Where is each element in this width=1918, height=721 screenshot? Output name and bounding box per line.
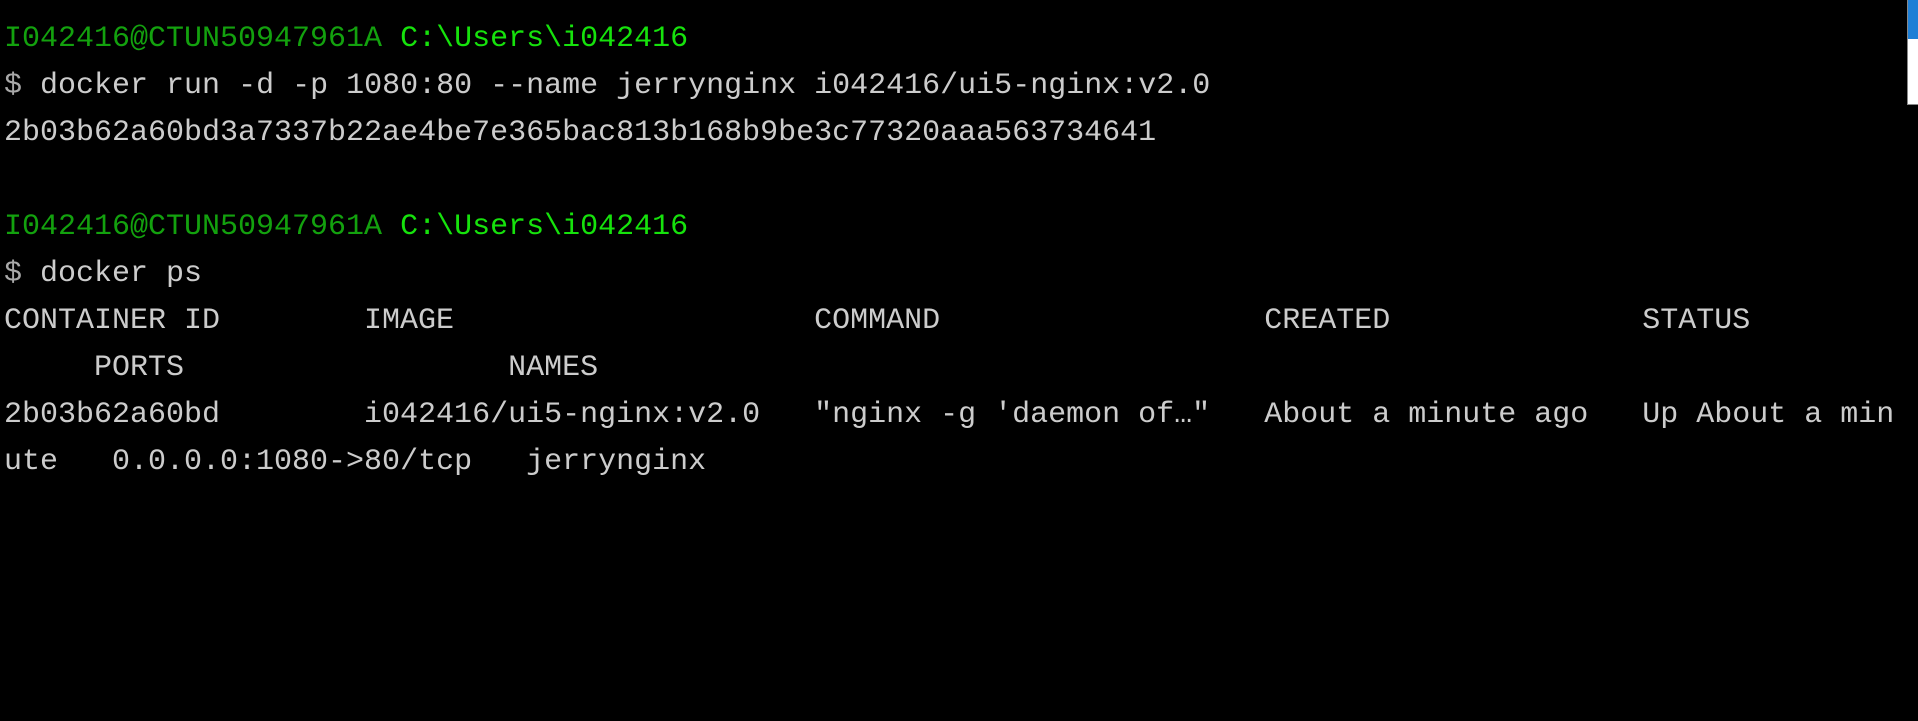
- cell-created: About a minute ago: [1264, 398, 1589, 432]
- prompt-line: I042416@CTUN50947961A C:\Users\i042416: [4, 204, 1904, 251]
- cell-command: "nginx -g 'daemon of…": [814, 398, 1211, 432]
- vertical-scrollbar[interactable]: [1907, 0, 1918, 105]
- cell-status: Up About a min: [1642, 398, 1895, 432]
- header-ports: PORTS: [94, 351, 185, 385]
- header-names: NAMES: [508, 351, 599, 385]
- table-row: 2b03b62a60bd i042416/ui5-nginx:v2.0 "ngi…: [4, 392, 1904, 439]
- prompt-user-host: I042416@CTUN50947961A: [4, 210, 383, 244]
- header-command: COMMAND: [814, 304, 941, 338]
- prompt-user-host: I042416@CTUN50947961A: [4, 22, 383, 56]
- table-header: CONTAINER ID IMAGE COMMAND CREATED STATU…: [4, 298, 1904, 345]
- command-line: $ docker run -d -p 1080:80 --name jerryn…: [4, 63, 1904, 110]
- table-row-wrap: ute 0.0.0.0:1080->80/tcp jerrynginx: [4, 439, 1904, 486]
- command-text: docker ps: [40, 257, 203, 291]
- prompt-path: C:\Users\i042416: [400, 210, 689, 244]
- header-image: IMAGE: [364, 304, 455, 338]
- prompt-line: I042416@CTUN50947961A C:\Users\i042416: [4, 16, 1904, 63]
- cell-status-continued: ute: [4, 445, 59, 479]
- header-container-id: CONTAINER ID: [4, 304, 221, 338]
- cell-container-id: 2b03b62a60bd: [4, 398, 221, 432]
- prompt-symbol: $: [4, 69, 23, 103]
- cell-ports: 0.0.0.0:1080->80/tcp: [112, 445, 473, 479]
- prompt-symbol: $: [4, 257, 23, 291]
- prompt-path: C:\Users\i042416: [400, 22, 689, 56]
- header-status: STATUS: [1642, 304, 1751, 338]
- scrollbar-thumb[interactable]: [1908, 0, 1918, 39]
- output-line: 2b03b62a60bd3a7337b22ae4be7e365bac813b16…: [4, 110, 1904, 157]
- command-text: docker run -d -p 1080:80 --name jerryngi…: [40, 69, 1211, 103]
- command-line: $ docker ps: [4, 251, 1904, 298]
- container-hash: 2b03b62a60bd3a7337b22ae4be7e365bac813b16…: [4, 116, 1157, 150]
- header-created: CREATED: [1264, 304, 1391, 338]
- terminal-output: I042416@CTUN50947961A C:\Users\i042416 $…: [4, 16, 1904, 486]
- cell-names: jerrynginx: [526, 445, 707, 479]
- table-header-wrap: PORTS NAMES: [4, 345, 1904, 392]
- cell-image: i042416/ui5-nginx:v2.0: [364, 398, 761, 432]
